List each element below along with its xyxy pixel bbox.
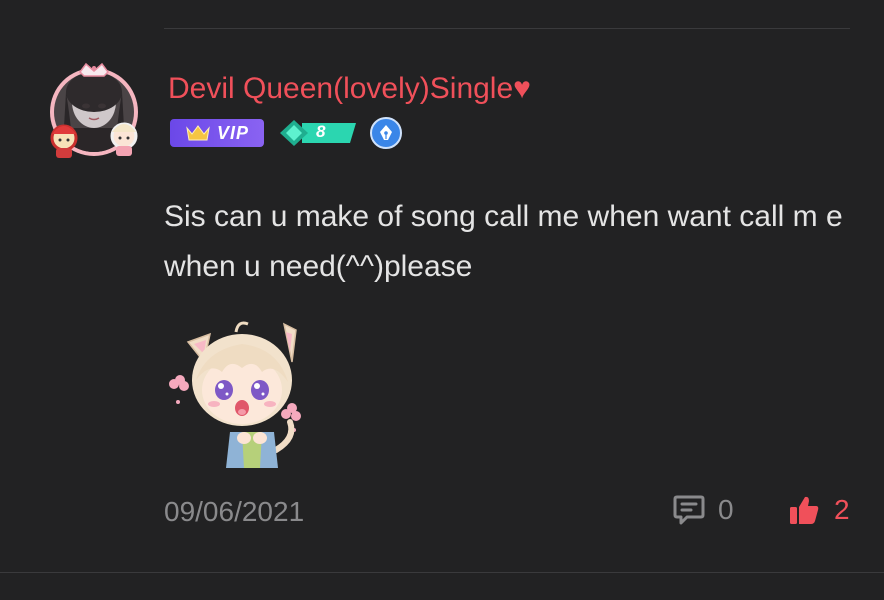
avatar[interactable] <box>44 62 144 162</box>
author-name[interactable]: Devil Queen(lovely)Single♥ <box>168 72 531 106</box>
comment-card: Devil Queen(lovely)Single♥ VIP 8 Sis can… <box>0 0 884 600</box>
anime-cat-boy-sticker <box>169 321 301 468</box>
sticker-image <box>166 310 306 470</box>
level-badge[interactable]: 8 <box>280 119 356 147</box>
top-divider <box>164 28 850 29</box>
level-number: 8 <box>316 122 326 141</box>
vip-badge[interactable]: VIP <box>170 119 264 147</box>
avatar-frame-decoration <box>50 62 138 158</box>
bottom-divider <box>0 572 884 573</box>
heart-icon: ♥ <box>513 72 531 105</box>
like-button[interactable]: 2 <box>788 492 850 528</box>
vip-label: VIP <box>216 122 249 143</box>
writer-badge[interactable] <box>370 117 402 149</box>
author-name-text: Devil Queen(lovely)Single <box>168 72 514 105</box>
thumbs-up-icon <box>790 496 819 524</box>
comment-bubble-icon <box>673 495 705 525</box>
like-count: 2 <box>834 494 850 525</box>
reply-button[interactable]: 0 <box>672 492 734 528</box>
comment-body: Sis can u make of song call me when want… <box>164 200 843 283</box>
post-date: 09/06/2021 <box>164 496 305 527</box>
reply-count: 0 <box>718 494 734 525</box>
pen-nib-icon <box>380 125 392 140</box>
user-badges: VIP 8 <box>170 117 402 149</box>
crown-icon <box>186 125 210 141</box>
